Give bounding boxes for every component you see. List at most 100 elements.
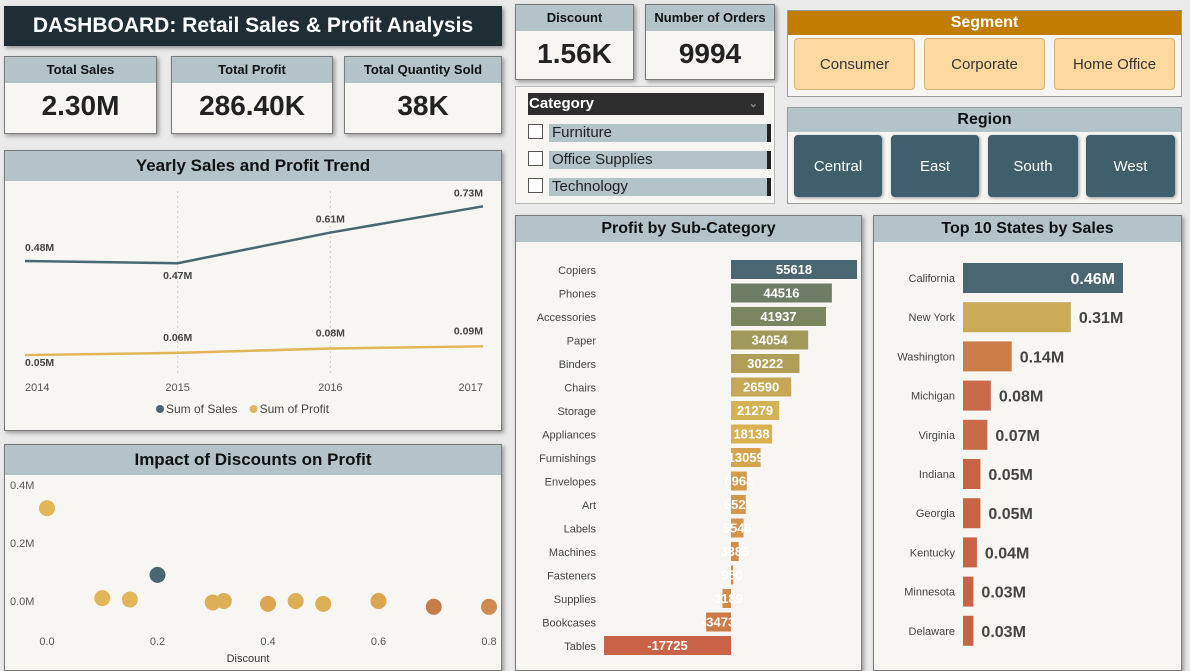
- category-item-label: Furniture: [549, 124, 771, 142]
- data-label: -17725: [647, 638, 687, 653]
- subcategory-chart-panel: Profit by Sub-Category Copiers 55618 Phone…: [515, 215, 862, 671]
- x-tick-label: 2016: [318, 382, 342, 394]
- kpi-total-quantity: Total Quantity Sold 38K: [344, 56, 502, 134]
- region-button-west[interactable]: West: [1086, 135, 1175, 197]
- states-chart: California 0.46M New York 0.31M Washington 0.…: [897, 263, 1123, 646]
- bar: [963, 459, 981, 489]
- data-label: 0.48M: [25, 242, 54, 254]
- category-label: California: [909, 273, 956, 285]
- kpi-label: Total Quantity Sold: [345, 57, 501, 83]
- category-label: Indiana: [919, 469, 956, 481]
- kpi-total-sales: Total Sales 2.30M: [4, 56, 157, 134]
- region-button-central[interactable]: Central: [794, 135, 882, 197]
- category-item-furniture[interactable]: Furniture: [528, 122, 773, 142]
- series-line-profit: [24, 345, 484, 357]
- y-tick-label: 0.0M: [10, 596, 34, 608]
- kpi-value: 2.30M: [41, 90, 120, 121]
- category-label: Kentucky: [910, 547, 956, 559]
- bar: [963, 615, 974, 646]
- category-label: Minnesota: [904, 587, 956, 599]
- data-label: 0.09M: [454, 325, 483, 337]
- trend-chart-title: Yearly Sales and Profit Trend: [5, 151, 501, 181]
- data-label: 0.05M: [988, 506, 1032, 523]
- scatter-point: [94, 590, 111, 607]
- x-tick-label: 2017: [459, 382, 483, 394]
- category-label: Michigan: [911, 391, 955, 403]
- scatter-point: [149, 566, 166, 583]
- category-item-office-supplies[interactable]: Office Supplies: [528, 149, 773, 169]
- data-label: 0.08M: [316, 328, 345, 340]
- bar: [963, 419, 988, 450]
- kpi-value: 38K: [397, 90, 449, 121]
- region-slicer: Region Central East South West: [787, 107, 1182, 204]
- segment-slicer: Segment Consumer Corporate Home Office: [787, 10, 1182, 97]
- category-label: Paper: [567, 336, 597, 348]
- category-label: Labels: [564, 524, 597, 536]
- scatter-point: [315, 595, 332, 612]
- subcategory-chart: Copiers 55618 Phones 44516 Accessories 41937 P…: [537, 260, 857, 655]
- data-label: 0.31M: [1079, 310, 1123, 327]
- kpi-label: Total Profit: [172, 57, 332, 83]
- data-label: 34054: [751, 333, 788, 348]
- segment-button-home-office[interactable]: Home Office: [1054, 38, 1175, 90]
- states-chart-panel: Top 10 States by Sales California 0.46M Ne…: [873, 215, 1182, 671]
- legend-marker: [249, 405, 258, 413]
- category-label: New York: [909, 312, 956, 324]
- kpi-value: 9994: [678, 38, 742, 69]
- data-label: 5546: [723, 521, 752, 536]
- scatter-point: [215, 593, 232, 609]
- y-tick-label: 0.4M: [10, 480, 34, 492]
- category-label: Machines: [549, 547, 597, 559]
- kpi-value: 1.56K: [537, 38, 612, 69]
- segment-button-consumer[interactable]: Consumer: [794, 38, 915, 90]
- x-axis-title: Discount: [227, 653, 270, 665]
- legend-label: Sum of Sales: [166, 402, 237, 416]
- region-button-east[interactable]: East: [891, 135, 979, 197]
- data-label: 0.08M: [999, 389, 1043, 406]
- trend-chart: 2014 2015 2016 2017 0.48M 0.47M 0.61M 0.73M 0.05…: [24, 187, 484, 416]
- kpi-discount: Discount 1.56K: [515, 4, 634, 80]
- category-label: Washington: [897, 351, 955, 363]
- discount-chart: 0.0M 0.2M 0.4M 0.0 0.2 0.4 0.6 0.8 Discount: [10, 480, 497, 665]
- data-label: 0.61M: [316, 214, 345, 226]
- x-tick-label: 2014: [25, 382, 49, 394]
- x-tick-label: 0.0: [39, 636, 54, 648]
- category-item-label: Technology: [549, 178, 771, 196]
- scatter-point: [287, 593, 304, 609]
- region-button-south[interactable]: South: [988, 135, 1078, 197]
- scatter-point: [121, 591, 138, 608]
- kpi-label: Number of Orders: [646, 5, 774, 31]
- category-slicer-title: Category: [529, 95, 595, 112]
- category-item-technology[interactable]: Technology: [528, 176, 773, 196]
- data-label: -3473: [702, 615, 735, 630]
- discount-chart-title: Impact of Discounts on Profit: [5, 445, 501, 475]
- category-dropdown[interactable]: Category ⌄: [528, 93, 764, 115]
- category-label: Chairs: [564, 383, 596, 395]
- kpi-label: Total Sales: [5, 57, 156, 83]
- bar: [963, 380, 991, 411]
- category-label: Binders: [559, 359, 597, 371]
- legend-label: Sum of Profit: [260, 402, 330, 416]
- region-slicer-title: Region: [788, 108, 1181, 132]
- states-chart-title: Top 10 States by Sales: [874, 216, 1181, 242]
- data-label: 0.07M: [995, 428, 1039, 445]
- segment-button-corporate[interactable]: Corporate: [924, 38, 1045, 90]
- data-label: 0.05M: [25, 357, 54, 369]
- data-label: 0.47M: [163, 270, 192, 282]
- x-tick-label: 0.4: [260, 636, 275, 648]
- checkbox[interactable]: [528, 150, 543, 166]
- kpi-label: Discount: [516, 5, 633, 31]
- data-label: 3385: [720, 544, 749, 559]
- segment-slicer-title: Segment: [788, 11, 1181, 35]
- category-label: Georgia: [916, 508, 956, 520]
- data-label: 0.04M: [985, 545, 1029, 562]
- category-label: Fasteners: [547, 571, 596, 583]
- checkbox[interactable]: [528, 123, 543, 139]
- x-tick-label: 0.6: [371, 636, 386, 648]
- category-item-label: Office Supplies: [549, 151, 771, 169]
- category-label: Tables: [564, 641, 596, 653]
- kpi-orders: Number of Orders 9994: [645, 4, 775, 80]
- checkbox[interactable]: [528, 177, 543, 193]
- category-label: Storage: [557, 406, 596, 418]
- data-label: 13059: [728, 450, 764, 465]
